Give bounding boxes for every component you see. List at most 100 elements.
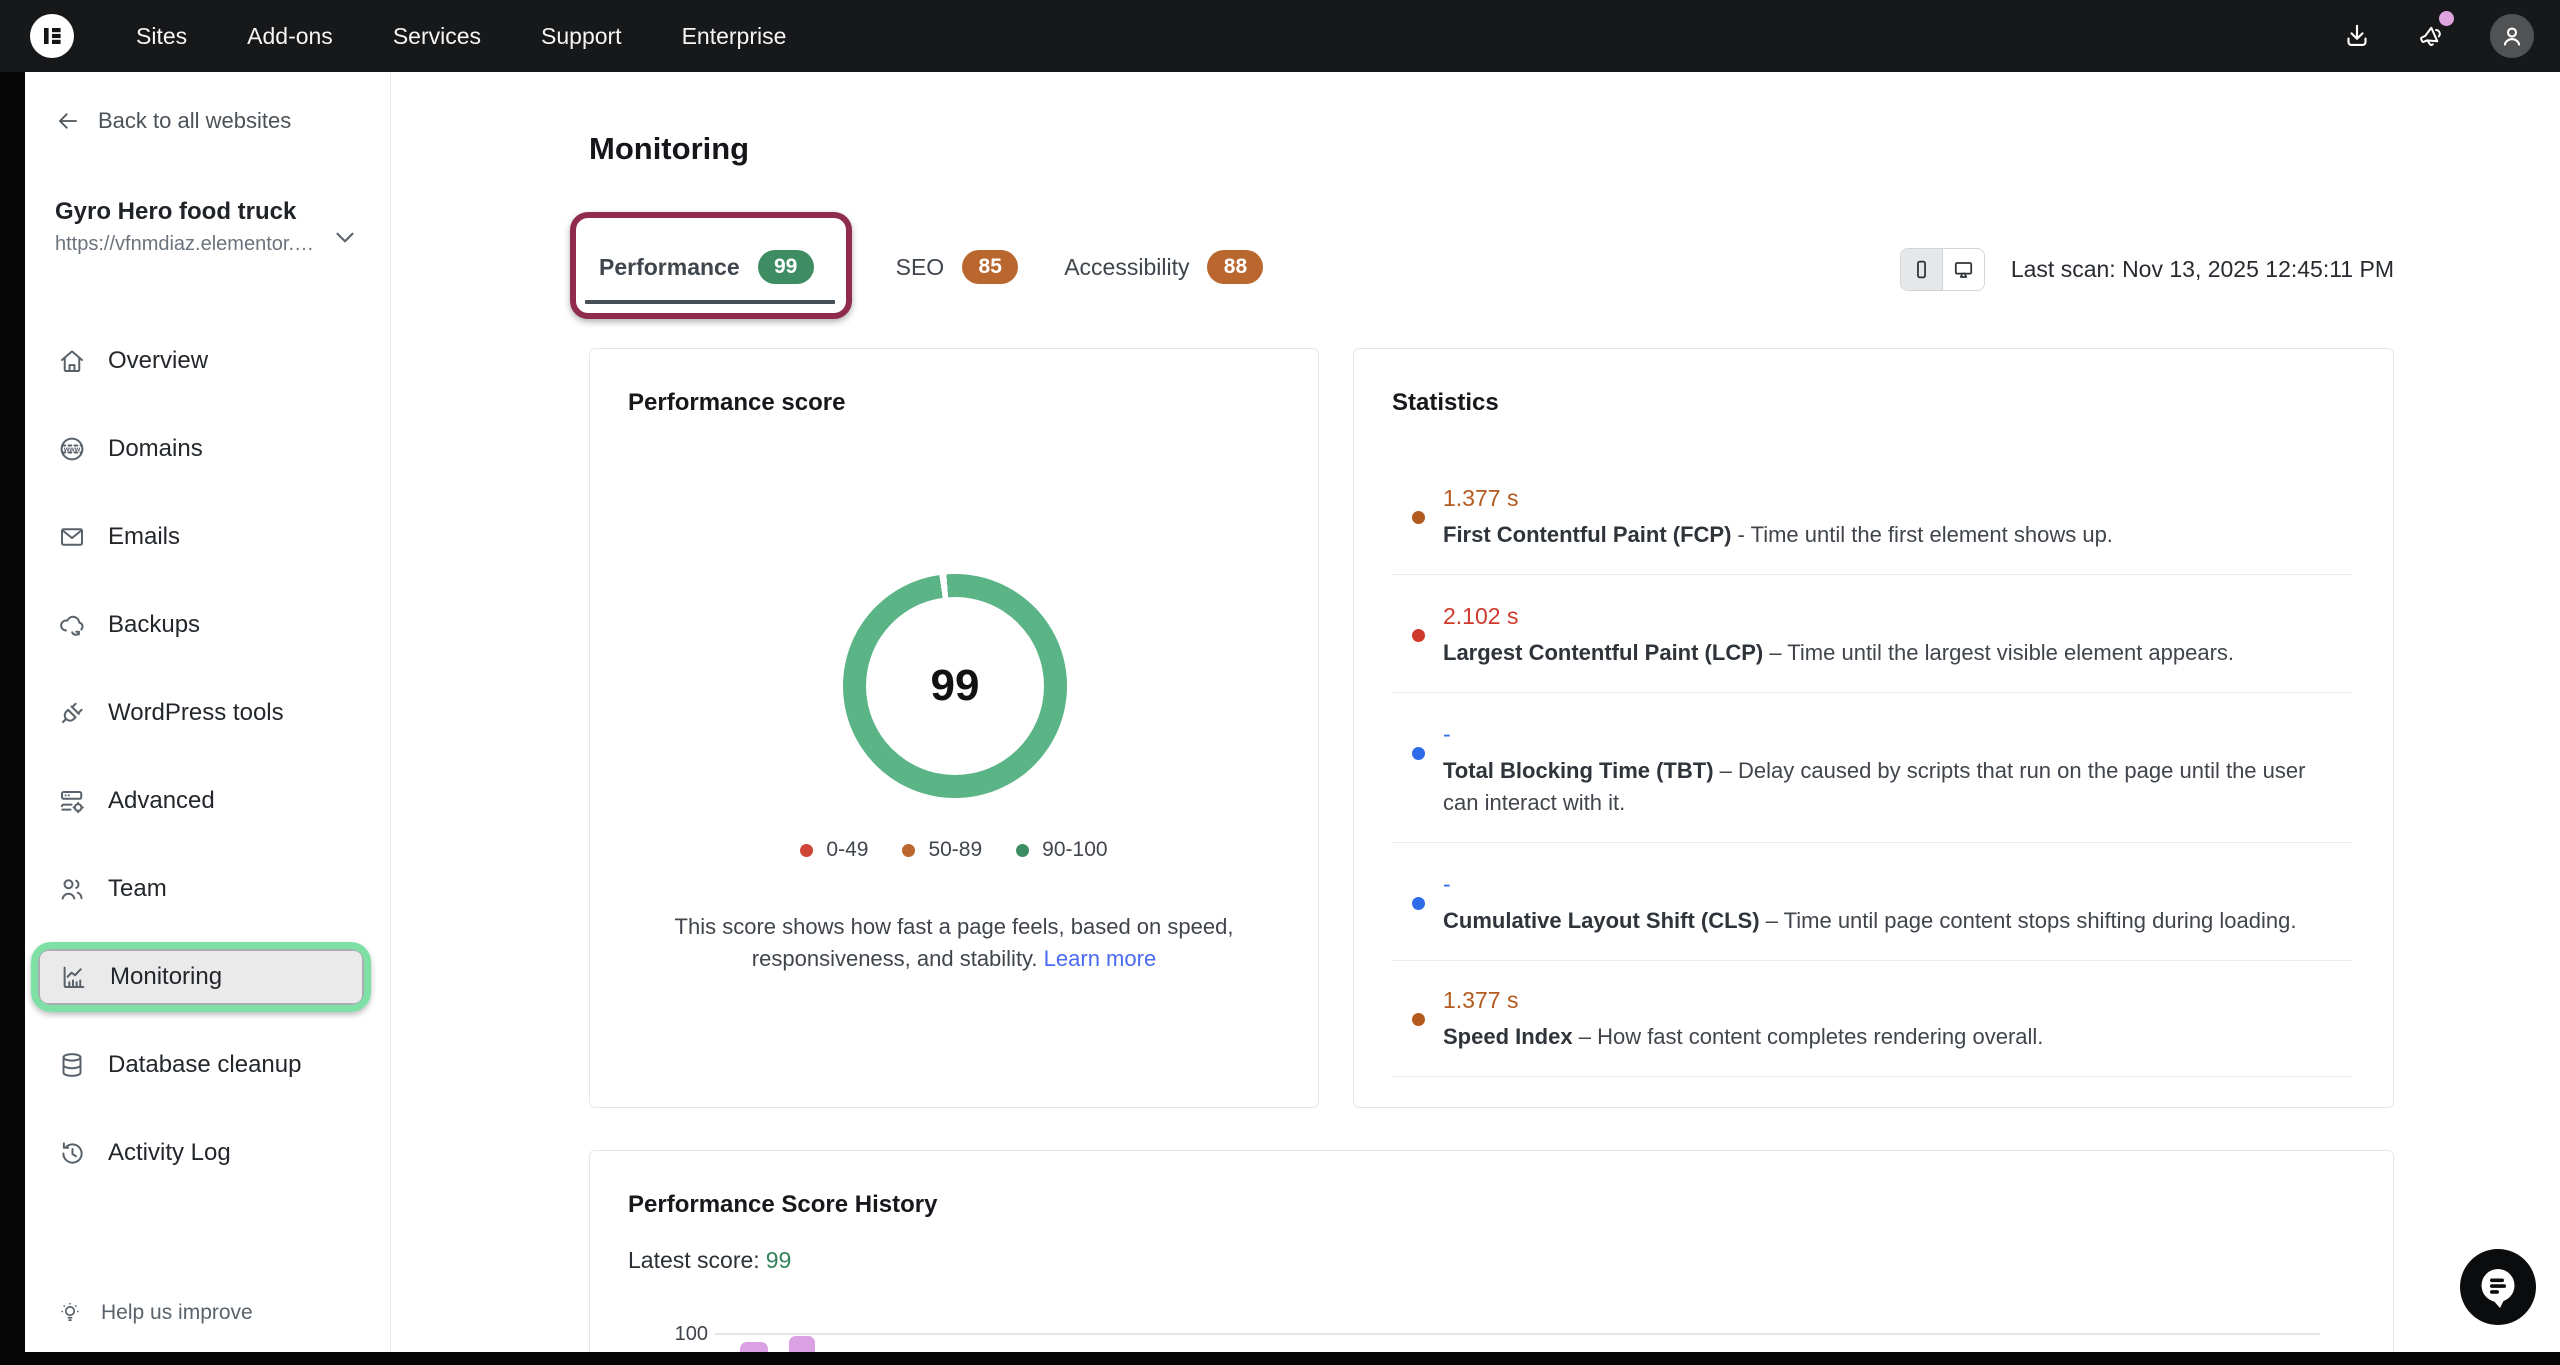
history-bar-chart: 100: [590, 1321, 2393, 1352]
stat-row-cls: - Cumulative Layout Shift (CLS) – Time u…: [1354, 843, 2393, 961]
stat-row-fcp: 1.377 s First Contentful Paint (FCP) - T…: [1354, 467, 2393, 575]
stat-name: Speed Index: [1443, 1024, 1573, 1049]
nav-item-services[interactable]: Services: [393, 23, 481, 50]
sidebar-item-label: Advanced: [108, 787, 215, 815]
lcp-description: Largest Contentful Paint (LCP) – Time un…: [1443, 637, 2333, 669]
chart-icon: [59, 962, 89, 992]
download-icon[interactable]: [2342, 21, 2372, 51]
legend-dot-red: [800, 844, 813, 857]
nav-item-enterprise[interactable]: Enterprise: [682, 23, 787, 50]
gridline-100: [715, 1333, 2320, 1335]
learn-more-link[interactable]: Learn more: [1044, 946, 1157, 971]
mobile-toggle-button[interactable]: [1901, 249, 1942, 290]
sidebar-item-wordpress-tools[interactable]: WordPress tools: [57, 685, 364, 741]
nav-item-sites[interactable]: Sites: [136, 23, 187, 50]
database-icon: [57, 1050, 87, 1080]
nav-item-support[interactable]: Support: [541, 23, 622, 50]
site-switcher[interactable]: Gyro Hero food truck https://vfnmdiaz.el…: [55, 198, 362, 256]
stat-row-lcp: 2.102 s Largest Contentful Paint (LCP) –…: [1354, 575, 2393, 693]
legend-item-green: 90-100: [1016, 838, 1107, 862]
user-avatar-icon[interactable]: [2490, 14, 2534, 58]
sidebar-item-domains[interactable]: www Domains: [57, 421, 364, 477]
performance-score-badge: 99: [758, 250, 814, 284]
sidebar-item-overview[interactable]: Overview: [57, 333, 364, 389]
back-to-websites-link[interactable]: Back to all websites: [55, 108, 390, 134]
legend-item-red: 0-49: [800, 838, 868, 862]
card-title: Performance Score History: [628, 1191, 2393, 1219]
history-bar: [789, 1336, 815, 1352]
speed-index-dot: [1412, 1013, 1425, 1026]
navbar-links: Sites Add-ons Services Support Enterpris…: [136, 23, 786, 50]
cls-value: -: [1443, 869, 2333, 899]
stat-desc-text: – Time until the largest visible element…: [1769, 640, 2234, 665]
stat-row-tbt: - Total Blocking Time (TBT) – Delay caus…: [1354, 693, 2393, 843]
sidebar-item-monitoring[interactable]: Monitoring: [38, 949, 364, 1005]
performance-donut-chart: 99: [843, 574, 1067, 798]
sidebar-item-label: Backups: [108, 611, 200, 639]
navbar-actions: [2342, 14, 2534, 58]
statistics-rows: 1.377 s First Contentful Paint (FCP) - T…: [1354, 467, 2393, 1077]
home-icon: [57, 346, 87, 376]
lightbulb-icon: [57, 1300, 83, 1326]
tbt-value: -: [1443, 719, 2333, 749]
legend-dot-green: [1016, 844, 1029, 857]
fcp-description: First Contentful Paint (FCP) - Time unti…: [1443, 519, 2333, 551]
sidebar-item-emails[interactable]: Emails: [57, 509, 364, 565]
sidebar-item-backups[interactable]: Backups: [57, 597, 364, 653]
sidebar-item-team[interactable]: Team: [57, 861, 364, 917]
history-icon: [57, 1138, 87, 1168]
device-toggle: [1900, 248, 1985, 291]
cards-row: Performance score 99 0-49 50-89 90-100: [589, 348, 2394, 1108]
nav-item-addons[interactable]: Add-ons: [247, 23, 333, 50]
app-frame: Back to all websites Gyro Hero food truc…: [25, 72, 2560, 1352]
sidebar-item-label: Team: [108, 875, 167, 903]
lcp-dot: [1412, 629, 1425, 642]
chat-fab-button[interactable]: [2460, 1249, 2536, 1325]
sidebar-item-label: Monitoring: [110, 963, 222, 991]
cls-description: Cumulative Layout Shift (CLS) – Time unt…: [1443, 905, 2333, 937]
tab-accessibility[interactable]: Accessibility 88: [1064, 214, 1263, 320]
last-scan-text: Last scan: Nov 13, 2025 12:45:11 PM: [2011, 256, 2394, 283]
screen: Sites Add-ons Services Support Enterpris…: [0, 0, 2560, 1365]
sidebar-item-label: Overview: [108, 347, 208, 375]
tbt-description: Total Blocking Time (TBT) – Delay caused…: [1443, 755, 2333, 819]
team-icon: [57, 874, 87, 904]
tab-performance[interactable]: Performance 99: [589, 214, 850, 320]
card-title: Performance score: [628, 389, 1318, 417]
sidebar-item-advanced[interactable]: Advanced: [57, 773, 364, 829]
server-settings-icon: [57, 786, 87, 816]
fcp-value: 1.377 s: [1443, 483, 2333, 513]
lcp-value: 2.102 s: [1443, 601, 2333, 631]
performance-history-card: Performance Score History Latest score:9…: [589, 1150, 2394, 1352]
chevron-down-icon[interactable]: [330, 222, 360, 252]
latest-score-row: Latest score:99: [628, 1247, 2393, 1274]
stat-desc-text: – How fast content completes rendering o…: [1579, 1024, 2044, 1049]
tab-label: Accessibility: [1064, 254, 1189, 281]
active-tab-underline: [585, 300, 835, 304]
latest-score-value: 99: [766, 1247, 792, 1273]
sidebar-item-label: Activity Log: [108, 1139, 231, 1167]
tab-seo[interactable]: SEO 85: [896, 214, 1019, 320]
desktop-icon: [1951, 257, 1976, 282]
legend-label: 50-89: [928, 838, 982, 862]
svg-text:www: www: [63, 447, 81, 454]
score-legend: 0-49 50-89 90-100: [590, 838, 1318, 862]
megaphone-icon[interactable]: [2416, 21, 2446, 51]
sidebar-item-database-cleanup[interactable]: Database cleanup: [57, 1037, 364, 1093]
elementor-logo-icon[interactable]: [30, 14, 74, 58]
notification-dot: [2439, 11, 2454, 26]
site-url: https://vfnmdiaz.elementor.…: [55, 233, 330, 256]
sidebar-item-activity-log[interactable]: Activity Log: [57, 1125, 364, 1181]
help-us-improve-link[interactable]: Help us improve: [57, 1300, 253, 1326]
legend-label: 90-100: [1042, 838, 1107, 862]
stat-name: First Contentful Paint (FCP): [1443, 522, 1731, 547]
tab-label: SEO: [896, 254, 945, 281]
main-panel: Monitoring Performance 99 SEO 85 Accessi…: [391, 72, 2560, 1352]
card-title: Statistics: [1392, 389, 2393, 417]
latest-score-label: Latest score:: [628, 1247, 760, 1273]
desktop-toggle-button[interactable]: [1942, 249, 1984, 290]
cls-dot: [1412, 897, 1425, 910]
y-axis-tick-100: 100: [668, 1323, 708, 1346]
stat-row-speed-index: 1.377 s Speed Index – How fast content c…: [1354, 961, 2393, 1077]
site-name: Gyro Hero food truck: [55, 198, 362, 226]
